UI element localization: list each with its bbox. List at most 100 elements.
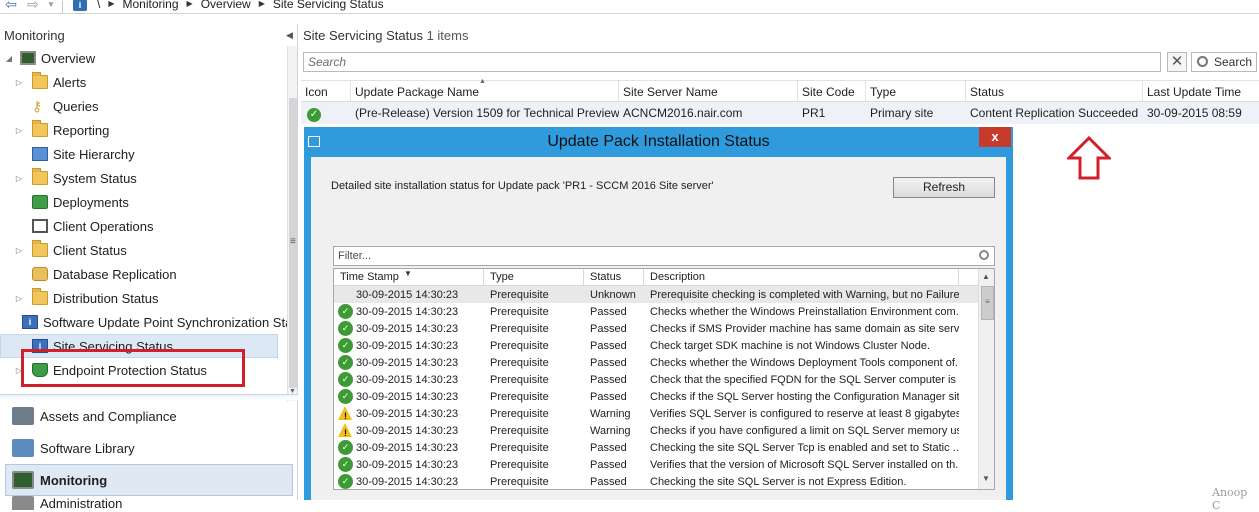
search-icon [979,250,989,260]
list-item[interactable]: ✓ 30-09-2015 14:30:23 Prerequisite Passed Ch… [334,303,994,320]
expand-arrow-icon[interactable]: ▷ [14,246,24,255]
status-list: Time Stamp ▼ Type Status Description 30-… [333,268,995,490]
list-item[interactable]: ✓ 30-09-2015 14:30:23 Prerequisite Passed Ch… [334,473,994,489]
expand-arrow-icon[interactable]: ▷ [14,174,24,183]
column-header-status[interactable]: Status [966,81,1143,101]
expand-arrow-icon[interactable]: ▷ [14,294,24,303]
column-header-time-stamp[interactable]: Time Stamp ▼ [334,269,484,285]
console-home-icon[interactable]: i [73,0,87,11]
list-item[interactable]: ✓ 30-09-2015 14:30:23 Prerequisite Passed Ch… [334,388,994,405]
tree-item-alerts[interactable]: ▷ Alerts [0,70,286,94]
table-row[interactable]: ✓ (Pre-Release) Version 1509 for Technic… [301,102,1259,124]
tree-item-queries[interactable]: ⚷ Queries [0,94,286,118]
column-header-site-server-name[interactable]: Site Server Name [619,81,798,101]
status-cell: Passed [590,458,627,471]
workspace-assets-and-compliance[interactable]: Assets and Compliance [0,400,298,432]
column-header-status[interactable]: Status [584,269,644,285]
history-dropdown-icon[interactable]: ▼ [44,0,58,12]
back-arrow-icon[interactable]: ⇦ [0,0,22,12]
scroll-up-icon[interactable]: ▲ [982,272,990,281]
column-header-label: Time Stamp [340,271,399,283]
tree-item-client-operations[interactable]: Client Operations [0,214,286,238]
workspace-administration[interactable]: Administration [0,496,298,510]
key-icon: ⚷ [32,98,43,114]
row-package-name: (Pre-Release) Version 1509 for Technical… [355,106,619,120]
type-cell: Prerequisite [490,322,549,335]
client-operations-icon [32,219,48,233]
breadcrumb-root[interactable]: \ [91,0,106,11]
tree-item-deployments[interactable]: Deployments [0,190,286,214]
search-icon [1197,56,1208,67]
list-item[interactable]: ✓ 30-09-2015 14:30:23 Prerequisite Passed Ch… [334,320,994,337]
workspace-label: Administration [40,496,123,510]
workspace-monitoring[interactable]: Monitoring [5,464,293,496]
splitter-grip-icon[interactable]: ≡ [290,236,296,247]
tree-item-software-update-point-sync[interactable]: i Software Update Point Synchronization … [0,310,292,334]
list-item[interactable]: ! 30-09-2015 14:30:23 Prerequisite Warning C… [334,422,994,439]
description-cell: Prerequisite checking is completed with … [650,288,959,301]
expand-arrow-icon[interactable]: ▷ [14,78,24,87]
column-header-update-package-name[interactable]: ▲ Update Package Name [351,78,619,101]
search-input[interactable]: Search [303,52,1161,72]
tree-item-distribution-status[interactable]: ▷ Distribution Status [0,286,286,310]
close-button[interactable]: x [979,127,1011,147]
breadcrumb-monitoring[interactable]: Monitoring [117,0,185,11]
list-item[interactable]: 30-09-2015 14:30:23 Prerequisite Unknown Pr… [334,286,994,303]
type-cell: Prerequisite [490,390,549,403]
time-stamp-cell: ✓ 30-09-2015 14:30:23 [334,321,484,336]
description-cell: Check that the specified FQDN for the SQ… [650,373,959,386]
workspace-software-library[interactable]: Software Library [0,432,298,464]
type-cell: Prerequisite [490,339,549,352]
list-item[interactable]: ✓ 30-09-2015 14:30:23 Prerequisite Passed Ch… [334,439,994,456]
list-item[interactable]: ✓ 30-09-2015 14:30:23 Prerequisite Passed Ch… [334,337,994,354]
tree-item-database-replication[interactable]: Database Replication [0,262,286,286]
scroll-down-icon[interactable]: ▼ [982,474,990,483]
type-cell: Prerequisite [490,305,549,318]
time-stamp-cell: ✓ 30-09-2015 14:30:23 [334,338,484,353]
tree-item-overview[interactable]: ◢ Overview [0,46,286,70]
list-item[interactable]: ✓ 30-09-2015 14:30:23 Prerequisite Passed Ve… [334,456,994,473]
breadcrumb-site-servicing-status[interactable]: Site Servicing Status [267,0,390,11]
navigation-scrollbar[interactable]: ≡ ▼ [287,46,297,401]
column-header-type[interactable]: Type [866,81,966,101]
workspace-label: Software Library [40,440,135,456]
time-stamp-cell: ✓ 30-09-2015 14:30:23 [334,474,484,489]
collapse-pane-icon[interactable]: ◀ [286,30,293,41]
list-item[interactable]: ✓ 30-09-2015 14:30:23 Prerequisite Passed Ch… [334,371,994,388]
column-header-icon[interactable]: Icon [301,81,351,101]
breadcrumb-overview[interactable]: Overview [195,0,257,11]
tree-item-client-status[interactable]: ▷ Client Status [0,238,286,262]
column-header-last-update-time[interactable]: Last Update Time [1143,81,1259,101]
status-list-header: Time Stamp ▼ Type Status Description [334,269,994,286]
filter-input[interactable]: Filter... [333,246,995,266]
admin-icon [12,496,34,510]
description-cell: Verifies that the version of Microsoft S… [650,458,959,471]
type-cell: Prerequisite [490,356,549,369]
status-cell: Unknown [590,288,636,301]
column-header-label: Update Package Name [355,85,480,99]
monitoring-icon [12,471,34,489]
clear-search-button[interactable]: ✕ [1167,52,1187,72]
dialog-titlebar[interactable]: Update Pack Installation Status x [304,127,1013,157]
tree-item-label: System Status [53,170,137,186]
tree-item-reporting[interactable]: ▷ Reporting [0,118,286,142]
column-header-site-code[interactable]: Site Code [798,81,866,101]
status-list-scrollbar[interactable]: ▲ ≡ ▼ [978,269,994,489]
refresh-button[interactable]: Refresh [893,177,995,198]
expand-arrow-icon[interactable]: ▷ [14,126,24,135]
search-button[interactable]: Search [1191,52,1257,72]
forward-arrow-icon[interactable]: ⇨ [22,0,44,12]
time-stamp-text: 30-09-2015 14:30:23 [356,441,459,454]
workspace-switcher: Assets and Compliance Software Library M… [0,394,298,510]
scrollbar-thumb[interactable]: ≡ [981,286,994,320]
tree-item-label: Client Operations [53,218,154,234]
list-item[interactable]: ✓ 30-09-2015 14:30:23 Prerequisite Passed Ch… [334,354,994,371]
row-site-server-name: ACNCM2016.nair.com [623,106,743,120]
tree-item-site-hierarchy[interactable]: Site Hierarchy [0,142,286,166]
column-header-description[interactable]: Description [644,269,959,285]
tree-item-system-status[interactable]: ▷ System Status [0,166,286,190]
column-header-type[interactable]: Type [484,269,584,285]
expanded-arrow-icon[interactable]: ◢ [4,54,14,63]
list-item[interactable]: ! 30-09-2015 14:30:23 Prerequisite Warning V… [334,405,994,422]
description-cell: Checking the site SQL Server Tcp is enab… [650,441,959,454]
